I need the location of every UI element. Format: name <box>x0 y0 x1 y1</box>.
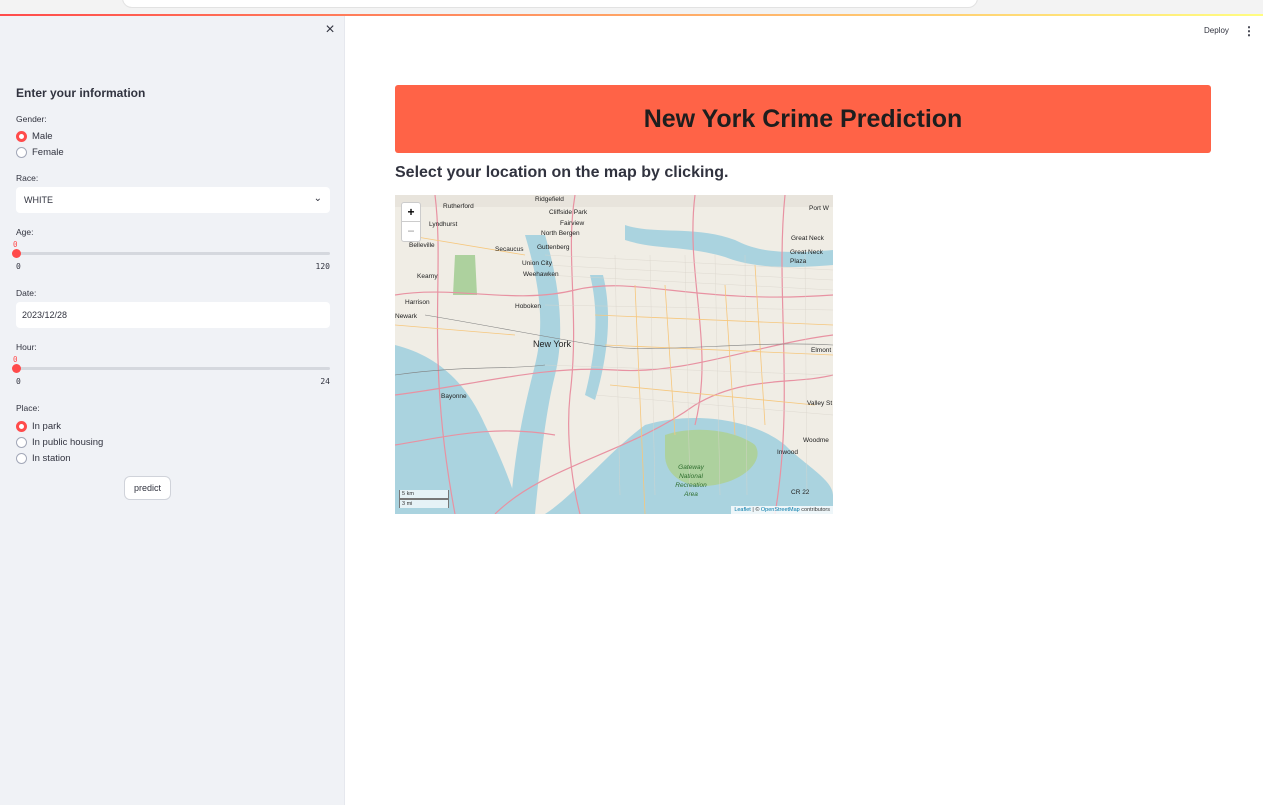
gender-label: Gender: <box>16 114 47 124</box>
map-label: New York <box>533 339 572 349</box>
scale-mi: 3 mi <box>399 499 449 508</box>
map-label: Hoboken <box>515 303 542 310</box>
place-option-label: In park <box>32 420 62 432</box>
attribution-tail: contributors <box>799 507 830 513</box>
close-sidebar-button[interactable]: × <box>322 22 338 38</box>
deploy-button[interactable]: Deploy <box>1204 26 1229 35</box>
map-attribution: Leaflet | © OpenStreetMap contributors <box>731 506 833 514</box>
map-label: Rutherford <box>443 203 474 210</box>
slider-thumb[interactable] <box>12 249 21 258</box>
map-label: Great Neck <box>791 235 824 242</box>
slider-track[interactable] <box>16 252 330 255</box>
main-menu-icon[interactable]: ⋮ <box>1243 24 1255 38</box>
leaflet-link[interactable]: Leaflet <box>734 507 751 513</box>
browser-top-strip <box>0 0 1263 14</box>
sidebar-heading: Enter your information <box>16 86 146 100</box>
map-label: Gateway National Recreation Area <box>675 464 707 498</box>
place-label: Place: <box>16 403 40 413</box>
place-option-public-housing[interactable]: In public housing <box>16 435 103 449</box>
gender-option-female[interactable]: Female <box>16 145 64 159</box>
hour-max: 24 <box>320 377 330 386</box>
map-label: Newark <box>395 313 418 320</box>
zoom-out-button[interactable]: − <box>402 222 420 241</box>
race-label: Race: <box>16 173 39 183</box>
map-label: Ridgefield <box>535 196 564 203</box>
osm-link[interactable]: OpenStreetMap <box>761 507 800 513</box>
map-zoom-control: + − <box>401 202 421 242</box>
sidebar: × Enter your information Gender: Male Fe… <box>0 16 345 805</box>
place-option-label: In public housing <box>32 436 104 448</box>
scale-km: 5 km <box>399 490 449 499</box>
date-value: 2023/12/28 <box>22 310 68 320</box>
zoom-in-button[interactable]: + <box>402 203 420 222</box>
gender-option-label: Male <box>32 130 53 142</box>
slider-track[interactable] <box>16 367 330 370</box>
radio-selected-icon[interactable] <box>16 420 27 432</box>
map-instruction: Select your location on the map by click… <box>395 164 729 181</box>
place-option-park[interactable]: In park <box>16 419 61 433</box>
hour-slider[interactable]: 0 0 24 <box>12 355 330 386</box>
radio-unselected-icon[interactable] <box>16 146 27 158</box>
age-current-value: 0 <box>13 240 18 249</box>
map-label: Lyndhurst <box>429 221 458 228</box>
gender-option-male[interactable]: Male <box>16 129 53 143</box>
radio-unselected-icon[interactable] <box>16 436 27 448</box>
place-option-station[interactable]: In station <box>16 451 71 465</box>
map-label: Cliffside Park <box>549 209 588 216</box>
race-selected-value: WHITE <box>24 195 53 205</box>
map-label: Great Neck Plaza <box>790 249 823 265</box>
app-window: × Enter your information Gender: Male Fe… <box>0 14 1263 805</box>
map-label: Woodme <box>803 437 829 444</box>
date-input[interactable]: 2023/12/28 <box>16 302 330 328</box>
map-label: Elmont <box>811 347 832 354</box>
map-label: Belleville <box>409 242 435 249</box>
race-select[interactable]: WHITE ⌄ <box>16 187 330 213</box>
age-slider[interactable]: 0 0 120 <box>12 240 330 271</box>
map-label: Secaucus <box>495 246 524 253</box>
map-label: Bayonne <box>441 393 467 400</box>
hour-label: Hour: <box>16 342 37 352</box>
map-label: Fairview <box>560 220 585 227</box>
age-max: 120 <box>315 262 330 271</box>
place-option-label: In station <box>32 452 71 464</box>
map-tiles[interactable] <box>395 195 833 514</box>
map-label: Port W <box>809 205 829 212</box>
title-banner: New York Crime Prediction <box>395 85 1211 153</box>
map-label: CR 22 <box>791 489 810 496</box>
date-label: Date: <box>16 288 37 298</box>
attribution-separator: | © <box>750 507 761 513</box>
predict-button[interactable]: predict <box>124 476 171 500</box>
map-scale: 5 km 3 mi <box>399 490 449 508</box>
close-icon: × <box>325 21 335 38</box>
browser-address-bar[interactable] <box>122 0 978 8</box>
map-label: Union City <box>522 260 552 267</box>
radio-selected-icon[interactable] <box>16 130 27 142</box>
map-label: Weehawken <box>523 271 559 278</box>
map-label: Kearny <box>417 273 438 280</box>
radio-unselected-icon[interactable] <box>16 452 27 464</box>
age-min: 0 <box>16 262 21 271</box>
chevron-down-icon: ⌄ <box>313 193 322 204</box>
page-title: New York Crime Prediction <box>643 104 963 133</box>
age-label: Age: <box>16 227 34 237</box>
map-label: Valley St <box>807 400 833 407</box>
hour-min: 0 <box>16 377 21 386</box>
map-label: Guttenberg <box>537 244 570 251</box>
map-label: North Bergen <box>541 230 580 237</box>
map-label: Harrison <box>405 299 430 306</box>
map-label: Inwood <box>777 449 798 456</box>
slider-thumb[interactable] <box>12 364 21 373</box>
map-view[interactable]: Rutherford Cliffside Park Fairview North… <box>395 195 833 514</box>
gender-option-label: Female <box>32 146 64 158</box>
hour-current-value: 0 <box>13 355 18 364</box>
